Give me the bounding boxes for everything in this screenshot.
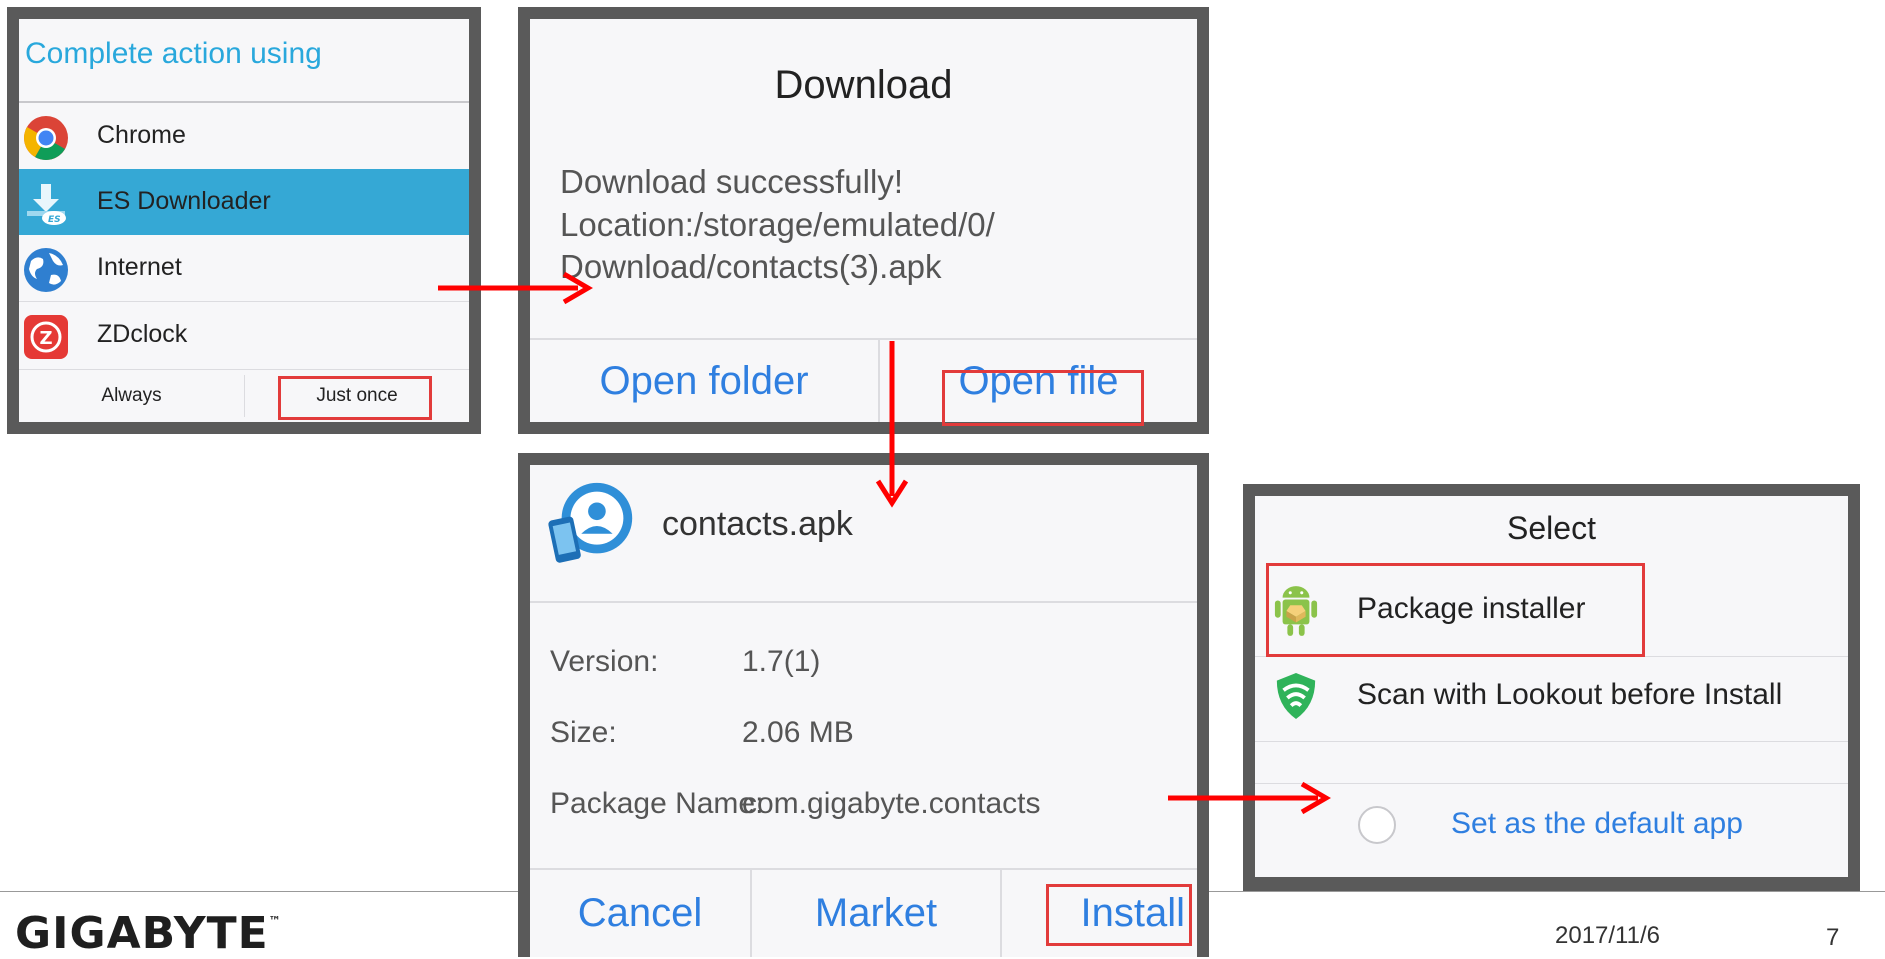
select-footer-divider <box>1255 783 1848 784</box>
select-title: Select <box>1507 510 1596 546</box>
always-button[interactable]: Always <box>19 369 244 422</box>
highlight-just-once <box>278 376 432 420</box>
chooser-item-label: Chrome <box>97 121 186 149</box>
select-row-divider <box>1255 741 1848 742</box>
highlight-install <box>1046 884 1192 946</box>
arrow-chooser-to-download <box>438 271 593 305</box>
chooser-frame: Complete action using Chrome ES ES Downl… <box>7 7 481 434</box>
page-number: 7 <box>1826 924 1840 951</box>
arrow-download-to-apk <box>875 341 909 508</box>
chooser-title: Complete action using <box>25 37 322 70</box>
cancel-label: Cancel <box>577 891 703 935</box>
svg-text:Z: Z <box>39 328 52 349</box>
highlight-open-file <box>942 370 1144 426</box>
chooser-item-label: ES Downloader <box>97 187 271 215</box>
logo-text: GIGABYTE <box>15 908 269 959</box>
apk-header-divider <box>530 601 1197 603</box>
market-label: Market <box>814 891 938 935</box>
download-title: Download <box>774 63 953 107</box>
lookout-shield-icon <box>1276 673 1316 719</box>
size-value: 2.06 MB <box>742 716 854 749</box>
slide-date: 2017/11/6 <box>1555 922 1660 949</box>
gigabyte-logo: GIGABYTE™ <box>15 908 282 959</box>
cancel-button[interactable]: Cancel <box>530 870 750 957</box>
download-message-line3: Download/contacts(3).apk <box>560 248 942 285</box>
default-app-label[interactable]: Set as the default app <box>1451 807 1743 841</box>
package-name-label: Package Name: <box>550 787 764 820</box>
version-value: 1.7(1) <box>742 645 821 678</box>
chooser-item-zdclock[interactable]: Z ZDclock <box>19 302 469 368</box>
chooser-item-internet[interactable]: Internet <box>19 235 469 301</box>
version-label: Version: <box>550 645 659 678</box>
chooser-item-es-downloader[interactable]: ES ES Downloader <box>19 169 469 235</box>
market-button[interactable]: Market <box>752 870 1000 957</box>
footer-rule-left <box>0 891 518 892</box>
chrome-icon <box>24 116 68 160</box>
select-dialog: Select Package installer Scan with Looko… <box>1255 496 1848 877</box>
select-frame: Select Package installer Scan with Looko… <box>1243 484 1860 891</box>
highlight-package-installer <box>1266 563 1645 657</box>
footer-rule-right <box>1209 891 1885 892</box>
package-name-value: com.gigabyte.contacts <box>742 787 1041 820</box>
chooser-item-label: ZDclock <box>97 320 188 348</box>
globe-icon <box>24 248 68 292</box>
svg-text:ES: ES <box>48 215 61 225</box>
open-folder-button[interactable]: Open folder <box>530 340 878 422</box>
download-message-line2: Location:/storage/emulated/0/ <box>560 206 995 243</box>
chooser-dialog: Complete action using Chrome ES ES Downl… <box>19 19 469 422</box>
option-scan-lookout[interactable]: Scan with Lookout before Install <box>1255 657 1848 741</box>
download-dialog: Download Download successfully! Location… <box>530 19 1197 422</box>
es-downloader-icon: ES <box>27 184 66 225</box>
apk-frame: contacts.apk Version: 1.7(1) Size: 2.06 … <box>518 453 1209 957</box>
chooser-item-label: Internet <box>97 253 182 281</box>
option-scan-lookout-label: Scan with Lookout before Install <box>1357 678 1783 711</box>
apk-file-name: contacts.apk <box>662 505 853 543</box>
default-app-checkbox[interactable] <box>1358 806 1396 844</box>
contacts-app-icon <box>548 482 633 563</box>
open-folder-label: Open folder <box>599 359 809 403</box>
download-message-line1: Download successfully! <box>560 163 903 200</box>
arrow-apk-to-select <box>1168 781 1331 815</box>
zdclock-icon: Z <box>24 315 68 359</box>
size-label: Size: <box>550 716 617 749</box>
logo-trademark: ™ <box>268 914 282 928</box>
always-button-label: Always <box>101 385 162 406</box>
chooser-item-chrome[interactable]: Chrome <box>19 103 469 169</box>
